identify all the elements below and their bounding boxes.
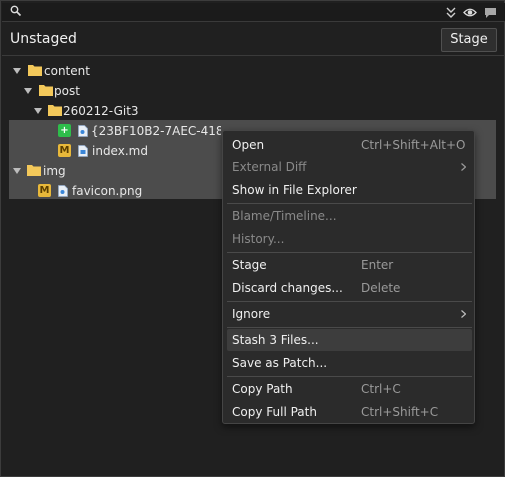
menu-item-label: Discard changes...	[232, 281, 343, 295]
section-title: Unstaged	[10, 31, 77, 47]
collapse-all-icon[interactable]	[444, 6, 458, 19]
menu-item-shortcut: Delete	[361, 281, 401, 295]
menu-item-open[interactable]: Open Ctrl+Shift+Alt+O	[227, 134, 472, 156]
menu-item-stash-files[interactable]: Stash 3 Files...	[227, 329, 472, 351]
menu-separator	[227, 376, 472, 377]
modified-badge-icon: M	[38, 184, 51, 197]
menu-item-copy-path[interactable]: Copy Path Ctrl+C	[227, 378, 472, 400]
folder-icon	[27, 165, 41, 176]
menu-item-blame-timeline[interactable]: Blame/Timeline...	[227, 205, 472, 227]
unstaged-header: Unstaged Stage	[2, 23, 505, 56]
chevron-right-icon	[461, 163, 466, 171]
panel-icon[interactable]	[484, 6, 498, 19]
menu-item-external-diff[interactable]: External Diff	[227, 156, 472, 178]
menu-item-copy-full-path[interactable]: Copy Full Path Ctrl+Shift+C	[227, 401, 472, 423]
menu-item-shortcut: Ctrl+Shift+Alt+O	[361, 138, 466, 152]
tree-file-row[interactable]: M index.md	[58, 141, 218, 161]
menu-separator	[227, 252, 472, 253]
menu-item-label: External Diff	[232, 160, 307, 174]
menu-item-label: Save as Patch...	[232, 356, 328, 370]
tree-folder-row[interactable]: img	[13, 161, 213, 181]
markdown-file-icon	[78, 145, 88, 157]
menu-item-ignore[interactable]: Ignore	[227, 303, 472, 325]
chevron-down-icon[interactable]	[13, 68, 21, 74]
menu-item-shortcut: Enter	[361, 258, 394, 272]
menu-item-shortcut: Ctrl+C	[361, 382, 401, 396]
menu-item-label: Open	[232, 138, 265, 152]
tree-folder-row[interactable]: content	[13, 61, 213, 81]
tree-item-label: content	[44, 64, 90, 78]
menu-item-stage[interactable]: Stage Enter	[227, 254, 472, 276]
menu-item-label: Blame/Timeline...	[232, 209, 337, 223]
menu-item-shortcut: Ctrl+Shift+C	[361, 405, 439, 419]
folder-icon	[48, 105, 62, 116]
chevron-down-icon[interactable]	[34, 108, 42, 114]
folder-icon	[28, 65, 42, 76]
tree-item-label: 260212-Git3	[63, 104, 139, 118]
context-menu: Open Ctrl+Shift+Alt+O External Diff Show…	[222, 130, 475, 424]
menu-separator	[227, 301, 472, 302]
stage-button[interactable]: Stage	[441, 28, 497, 52]
menu-item-label: Stash 3 Files...	[232, 333, 319, 347]
menu-separator	[227, 203, 472, 204]
menu-item-label: History...	[232, 232, 285, 246]
source-control-panel: Unstaged Stage content post 260212-Git3 …	[0, 0, 505, 477]
image-file-icon	[78, 125, 88, 137]
menu-item-discard-changes[interactable]: Discard changes... Delete	[227, 277, 472, 299]
tree-item-label: index.md	[92, 144, 148, 158]
menu-item-label: Show in File Explorer	[232, 183, 357, 197]
search-icon[interactable]	[10, 5, 22, 17]
menu-separator	[227, 327, 472, 328]
tree-item-label: {23BF10B2-7AEC-4185-8CB6-4625B494E767}.p…	[91, 124, 221, 138]
menu-item-label: Copy Full Path	[232, 405, 317, 419]
filter-bar[interactable]	[2, 3, 505, 22]
tree-folder-row[interactable]: post	[24, 81, 224, 101]
menu-item-show-in-explorer[interactable]: Show in File Explorer	[227, 179, 472, 201]
tree-folder-row[interactable]: 260212-Git3	[34, 101, 234, 121]
tree-file-row[interactable]: + {23BF10B2-7AEC-4185-8CB6-4625B494E767}…	[58, 121, 221, 141]
tree-item-label: img	[43, 164, 66, 178]
eye-icon[interactable]	[463, 6, 477, 19]
menu-item-history[interactable]: History...	[227, 228, 472, 250]
menu-item-label: Ignore	[232, 307, 271, 321]
chevron-down-icon[interactable]	[24, 88, 32, 94]
image-file-icon	[58, 185, 68, 197]
menu-item-label: Copy Path	[232, 382, 293, 396]
tree-item-label: post	[54, 84, 80, 98]
chevron-down-icon[interactable]	[13, 168, 21, 174]
tree-item-label: favicon.png	[72, 184, 143, 198]
chevron-right-icon	[461, 310, 466, 318]
tree-file-row[interactable]: M favicon.png	[38, 181, 218, 201]
modified-badge-icon: M	[58, 144, 71, 157]
menu-item-label: Stage	[232, 258, 267, 272]
folder-icon	[39, 85, 53, 96]
added-badge-icon: +	[58, 124, 71, 137]
menu-item-save-as-patch[interactable]: Save as Patch...	[227, 352, 472, 374]
